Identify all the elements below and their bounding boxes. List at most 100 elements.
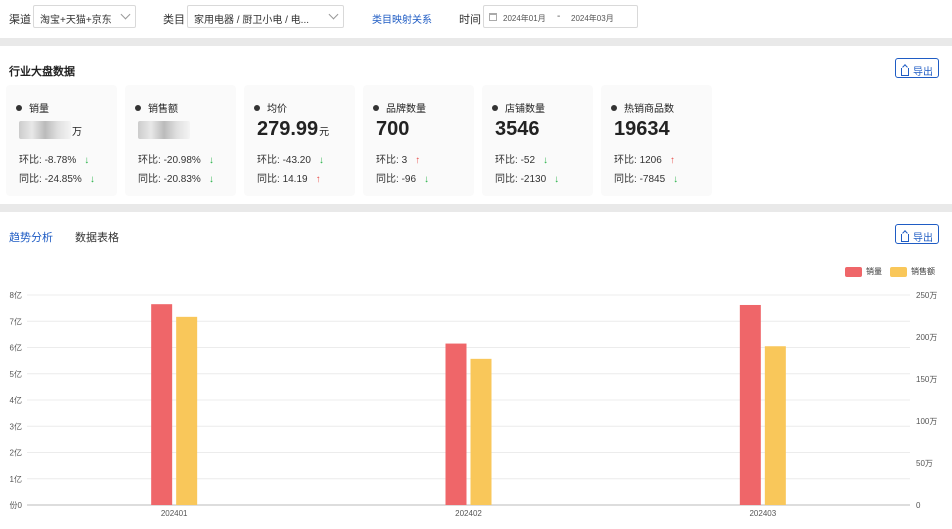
kpi-yoy: 同比: -2130 ↓ [495,170,559,185]
x-tick-label: 202402 [455,509,482,518]
trend-bar-chart: 份0 1亿 2亿 3亿 4亿 5亿 6亿 7亿 8亿 0 50万 100万 150万 200万 250万 20… [10,290,938,518]
y-left-tick-label: 7亿 [10,316,22,326]
y-right-tick-label: 0 [916,501,921,510]
arrow-up-icon: ↑ [415,155,421,166]
arrow-down-icon: ↓ [89,174,95,185]
category-mapping-link[interactable]: 类目映射关系 [372,11,432,26]
channel-label: 渠道 [9,14,31,26]
kpi-name: 品牌数量 [373,100,426,115]
arrow-down-icon: ↓ [84,155,90,166]
kpi-card: 品牌数量 700 环比: 3 ↑ 同比: -96 ↓ [363,85,474,196]
mom-label: 环比: [138,155,161,166]
mom-label: 环比: [614,155,637,166]
kpi-yoy: 同比: -24.85% ↓ [19,170,95,185]
legend-label: 销售额 [911,267,935,276]
y-left-tick-label: 2亿 [10,448,22,458]
date-start[interactable]: 2024年01月 [503,13,546,24]
yoy-label: 同比: [19,174,42,185]
kpi-mom: 环比: -52 ↓ [495,151,548,166]
y-left-tick-label: 6亿 [10,343,22,353]
kpi-card: 销量万环比: -8.78% ↓ 同比: -24.85% ↓ [6,85,117,196]
mom-value: -52 [520,155,536,166]
overview-export-button[interactable]: 导出 [895,58,939,78]
bar-volume [445,343,467,505]
trend-panel: 趋势分析 数据表格 导出 销量 销售额 份0 1亿 2亿 3亿 4亿 5亿 6亿 7亿 8亿 0 5… [0,212,952,529]
overview-panel: 行业大盘数据 导出 销量万环比: -8.78% ↓ 同比: -24.85% ↓ 销售额环… [0,46,952,204]
channel-select[interactable]: 淘宝+天猫+京东 [33,5,136,28]
y-left-tick-label: 8亿 [10,290,22,300]
yoy-label: 同比: [257,174,280,185]
masked-value [138,120,190,139]
yoy-label: 同比: [614,174,637,185]
export-label: 导出 [913,67,933,78]
kpi-card: 店铺数量 3546 环比: -52 ↓ 同比: -2130 ↓ [482,85,593,196]
y-left-tick-label: 4亿 [10,395,22,405]
date-range-picker[interactable]: 2024年01月 - 2024年03月 [483,5,638,28]
legend-label: 销量 [866,267,882,276]
tab-trend-analysis[interactable]: 趋势分析 [9,229,53,245]
kpi-yoy: 同比: -7845 ↓ [614,170,678,185]
yoy-value: -96 [401,174,417,185]
kpi-card: 热销商品数 19634 环比: 1206 ↑ 同比: -7845 ↓ [601,85,712,196]
bar-volume [739,304,761,505]
yoy-label: 同比: [495,174,518,185]
mom-label: 环比: [495,155,518,166]
arrow-down-icon: ↓ [208,174,214,185]
x-tick-label: 202401 [161,509,188,518]
bar-sales [764,346,786,505]
arrow-down-icon: ↓ [424,174,430,185]
calendar-icon [489,13,497,21]
y-right-tick-label: 50万 [916,459,933,468]
overview-title: 行业大盘数据 [9,66,75,78]
bar-sales [470,358,492,505]
filter-bar: 渠道 淘宝+天猫+京东 类目 家用电器 / 厨卫小电 / 电... 类目映射关系… [0,0,952,38]
legend-swatch [845,266,862,277]
yoy-value: -20.83% [163,174,201,185]
yoy-label: 同比: [138,174,161,185]
category-label: 类目 [163,14,185,26]
date-separator: - [557,11,561,22]
kpi-mom: 环比: 1206 ↑ [614,151,675,166]
y-right-tick-label: 250万 [916,291,937,300]
yoy-value: -2130 [520,174,547,185]
kpi-value: 3546 [495,118,540,140]
kpi-unit: 万 [72,127,82,138]
mom-value: -8.78% [44,155,77,166]
trend-export-button[interactable]: 导出 [895,224,939,244]
kpi-value-row: 700 [376,118,409,141]
date-end[interactable]: 2024年03月 [571,13,614,24]
yoy-value: 14.19 [282,174,308,185]
y-left-tick-label: 份0 [10,500,23,510]
legend-item-sales[interactable]: 销售额 [890,266,935,277]
yoy-label: 同比: [376,174,399,185]
y-left-tick-label: 3亿 [10,421,22,431]
yoy-value: -7845 [639,174,666,185]
kpi-name: 销售额 [135,100,178,115]
tab-data-table[interactable]: 数据表格 [75,229,119,245]
kpi-value: 279.99 [257,118,319,140]
arrow-up-icon: ↑ [669,155,675,166]
arrow-down-icon: ↓ [554,174,560,185]
kpi-value: 19634 [614,118,670,140]
kpi-card: 销售额 环比: -20.98% ↓ 同比: -20.83% ↓ [125,85,236,196]
kpi-value-row: 3546 [495,118,540,141]
kpi-value-row: 万 [19,118,82,141]
mom-value: -20.98% [163,155,201,166]
kpi-mom: 环比: -43.20 ↓ [257,151,324,166]
kpi-yoy: 同比: -96 ↓ [376,170,429,185]
mom-label: 环比: [257,155,280,166]
category-select[interactable]: 家用电器 / 厨卫小电 / 电... [187,5,344,28]
yoy-value: -24.85% [44,174,82,185]
kpi-name: 均价 [254,100,287,115]
kpi-name: 销量 [16,100,49,115]
kpi-value-row: 19634 [614,118,670,141]
legend-swatch [890,266,907,277]
legend-item-volume[interactable]: 销量 [845,266,882,277]
kpi-name: 热销商品数 [611,100,674,115]
kpi-yoy: 同比: 14.19 ↑ [257,170,321,185]
kpi-value: 700 [376,118,410,140]
kpi-mom: 环比: 3 ↑ [376,151,420,166]
upload-icon [901,68,909,76]
y-right-tick-label: 100万 [916,417,937,426]
mom-value: 1206 [639,155,662,166]
